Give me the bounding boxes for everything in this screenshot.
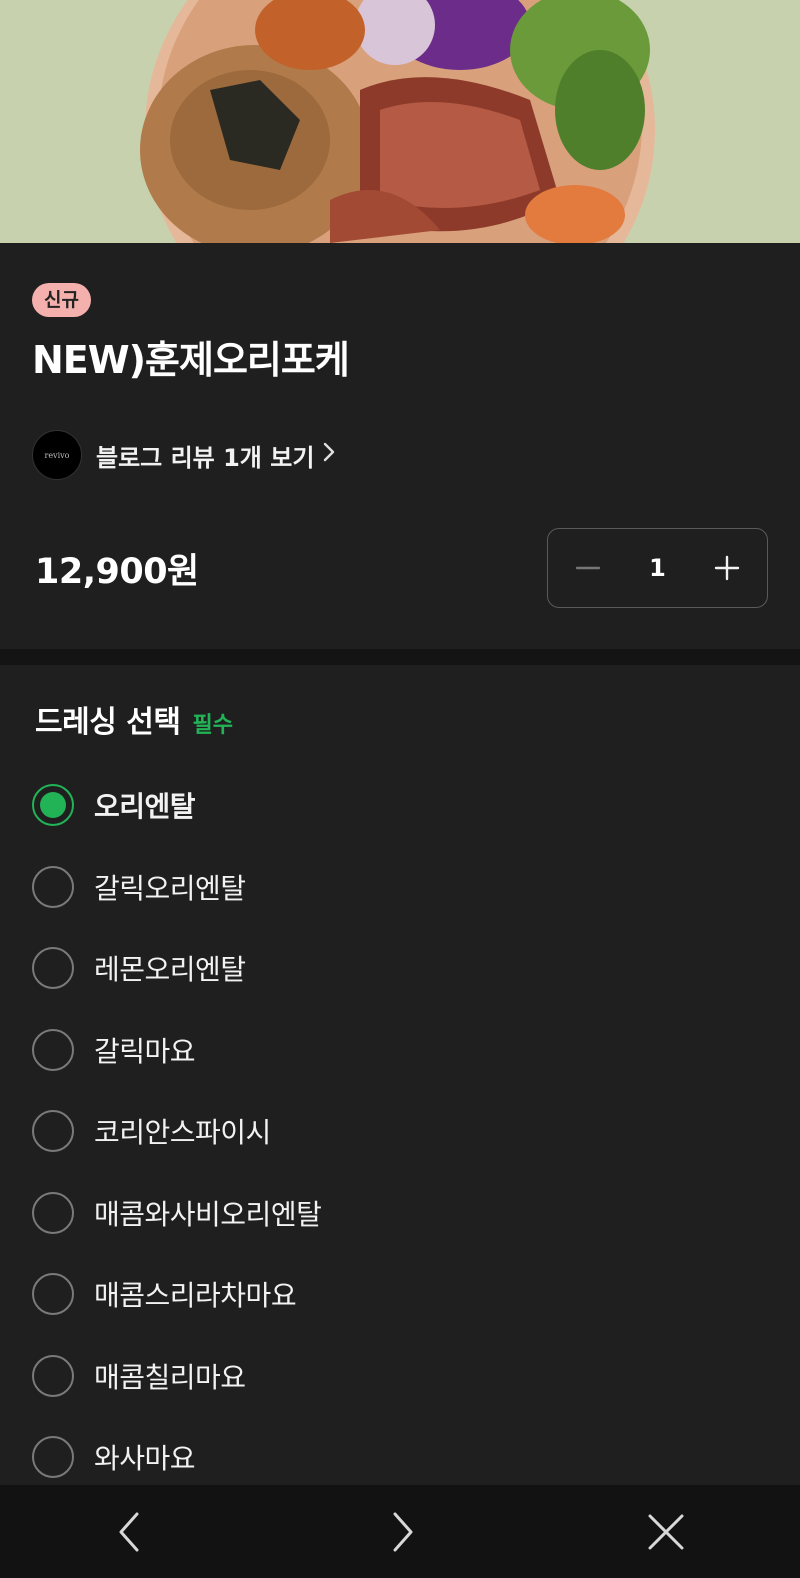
dressing-header: 드레싱 선택 필수: [35, 697, 233, 741]
radio-icon[interactable]: [32, 1192, 74, 1234]
radio-icon[interactable]: [32, 1110, 74, 1152]
radio-selected-icon[interactable]: [32, 784, 74, 826]
chevron-right-small-icon: [322, 440, 336, 470]
new-badge: 신규: [32, 283, 91, 317]
option-label: 갈릭마요: [94, 1035, 196, 1068]
dressing-option-6[interactable]: 매콤스리라차마요: [32, 1272, 297, 1316]
dressing-option-1[interactable]: 갈릭오리엔탈: [32, 865, 246, 909]
quantity-stepper: 1: [547, 528, 768, 608]
option-label: 매콤칠리마요: [94, 1361, 246, 1394]
radio-icon[interactable]: [32, 1029, 74, 1071]
required-label: 필수: [192, 713, 233, 738]
radio-icon[interactable]: [32, 947, 74, 989]
radio-icon[interactable]: [32, 1436, 74, 1478]
option-label: 코리안스파이시: [94, 1116, 271, 1149]
dressing-option-2[interactable]: 레몬오리엔탈: [32, 946, 246, 990]
blog-review-label: 블로그 리뷰 1개 보기: [96, 443, 315, 472]
dressing-title: 드레싱 선택: [35, 705, 181, 740]
option-label: 와사마요: [94, 1442, 196, 1475]
dressing-option-7[interactable]: 매콤칠리마요: [32, 1354, 246, 1398]
minus-icon[interactable]: [570, 550, 606, 586]
option-label: 매콤와사비오리엔탈: [94, 1198, 322, 1231]
option-label: 오리엔탈: [94, 790, 196, 823]
radio-icon[interactable]: [32, 1273, 74, 1315]
store-avatar: revivo: [32, 430, 82, 480]
dressing-section: 드레싱 선택 필수 오리엔탈 갈릭오리엔탈 레몬오리엔탈 갈릭마요 코리안스파이…: [0, 665, 800, 1485]
radio-icon[interactable]: [32, 866, 74, 908]
option-label: 레몬오리엔탈: [94, 953, 246, 986]
close-icon[interactable]: [641, 1507, 691, 1557]
bottom-navigation: [0, 1485, 800, 1578]
chevron-right-icon[interactable]: [378, 1507, 428, 1557]
product-price: 12,900원: [35, 552, 199, 592]
chevron-left-icon[interactable]: [104, 1507, 154, 1557]
radio-icon[interactable]: [32, 1355, 74, 1397]
dressing-option-5[interactable]: 매콤와사비오리엔탈: [32, 1191, 322, 1235]
plus-icon[interactable]: [709, 550, 745, 586]
option-label: 갈릭오리엔탈: [94, 872, 246, 905]
product-info: 신규 NEW)훈제오리포케 revivo 블로그 리뷰 1개 보기 12,900…: [0, 243, 800, 649]
dressing-option-3[interactable]: 갈릭마요: [32, 1028, 196, 1072]
product-image: [0, 0, 800, 243]
option-label: 매콤스리라차마요: [94, 1279, 297, 1312]
dressing-option-8[interactable]: 와사마요: [32, 1435, 196, 1479]
dressing-option-0[interactable]: 오리엔탈: [32, 783, 196, 827]
section-divider: [0, 649, 800, 665]
quantity-value: 1: [649, 554, 666, 582]
product-title: NEW)훈제오리포케: [32, 338, 350, 382]
blog-review-link[interactable]: revivo 블로그 리뷰 1개 보기: [32, 430, 336, 480]
dressing-option-4[interactable]: 코리안스파이시: [32, 1109, 271, 1153]
